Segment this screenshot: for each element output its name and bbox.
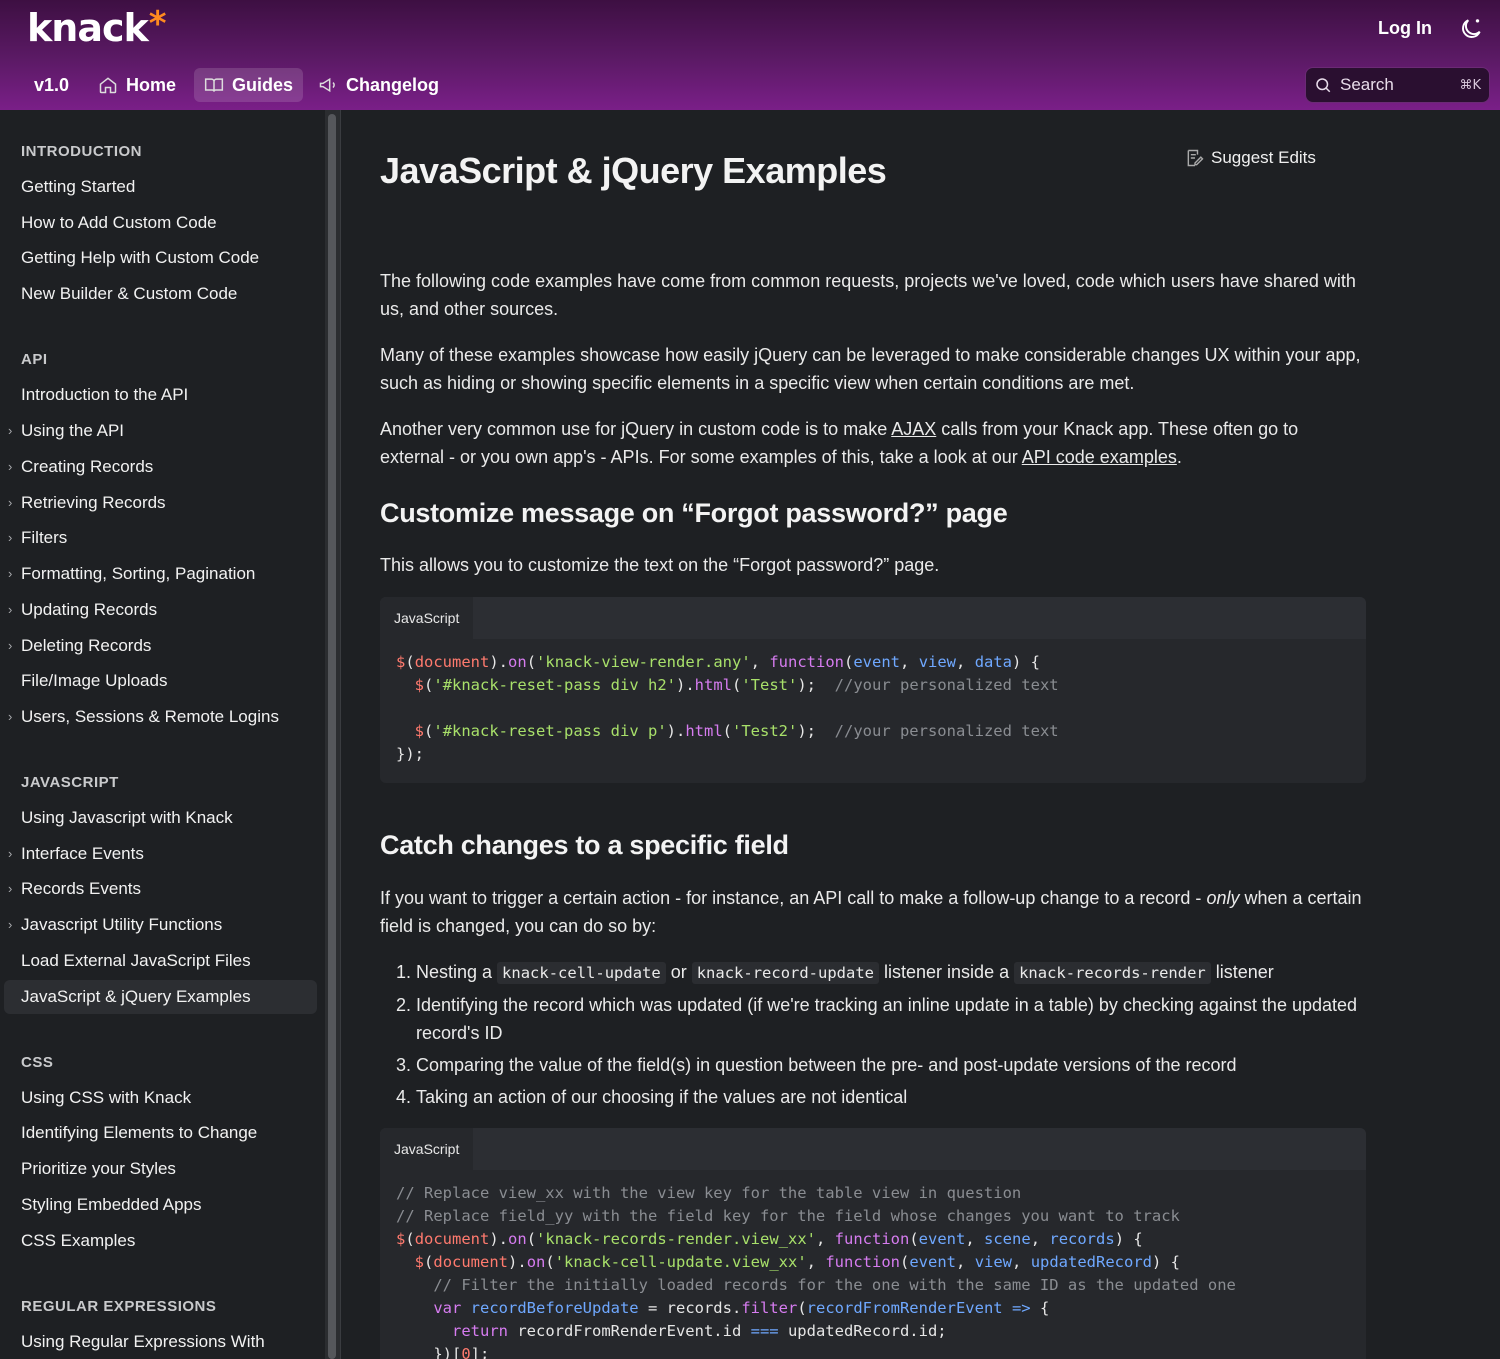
list-item: 3. Comparing the value of the field(s) in…	[396, 1055, 1237, 1075]
sidebar-item[interactable]: Load External JavaScript Files	[4, 944, 317, 978]
code-content: // Replace view_xx with the view key for…	[396, 1184, 1236, 1359]
sidebar-item[interactable]: › Filters	[4, 521, 317, 555]
book-icon	[204, 78, 224, 92]
sidebar-item[interactable]: › Records Events	[4, 872, 317, 906]
knack-logo[interactable]: knack*	[27, 4, 167, 50]
search-icon	[1316, 78, 1331, 93]
list-item: 4. Taking an action of our choosing if th…	[396, 1087, 908, 1107]
edit-icon	[1187, 149, 1204, 167]
sidebar-section-title: CSS	[21, 1054, 54, 1071]
list-item: 1. Nesting a knack-cell-update or knack-r…	[396, 962, 1274, 984]
sidebar-scrollbar[interactable]	[325, 110, 341, 1359]
chevron-right-icon: ›	[8, 917, 13, 932]
sidebar-item[interactable]: › Interface Events	[4, 837, 317, 871]
code-block: JavaScript // Replace view_xx with the v…	[380, 1128, 1366, 1359]
chevron-right-icon: ›	[8, 846, 13, 861]
search-shortcut: ⌘K	[1459, 77, 1481, 93]
chevron-right-icon: ›	[8, 638, 13, 653]
steps-list: 1. Nesting a knack-cell-update or knack-r…	[396, 958, 1366, 1115]
sidebar-item[interactable]: Using Javascript with Knack	[4, 801, 317, 835]
scrollbar-thumb[interactable]	[328, 114, 336, 1359]
chevron-right-icon: ›	[8, 566, 13, 581]
megaphone-icon	[319, 77, 335, 93]
list-item: 2. Identifying the record which was updat…	[396, 995, 1358, 1043]
code-content: $(document).on('knack-view-render.any', …	[396, 653, 1059, 763]
code-block: JavaScript $(document).on('knack-view-re…	[380, 597, 1366, 783]
sidebar-item[interactable]: Using Regular Expressions With	[4, 1325, 317, 1359]
logo-star-icon: *	[148, 4, 167, 44]
sidebar-item[interactable]: › Formatting, Sorting, Pagination	[4, 557, 317, 591]
intro-paragraph: The following code examples have come fr…	[380, 271, 1356, 319]
login-button[interactable]: Log In	[1378, 18, 1432, 39]
ajax-link[interactable]: AJAX	[891, 419, 936, 439]
sidebar-item[interactable]: › Using the API	[4, 414, 317, 448]
sidebar-item[interactable]: CSS Examples	[4, 1224, 317, 1258]
top-nav: v1.0 Home Guides Changelog	[0, 64, 1500, 108]
chevron-right-icon: ›	[8, 530, 13, 545]
sidebar-section-title: JAVASCRIPT	[21, 774, 119, 791]
intro-paragraph: Many of these examples showcase how easi…	[380, 345, 1361, 393]
sidebar-item[interactable]: › Retrieving Records	[4, 486, 317, 520]
section-heading: Catch changes to a specific field	[380, 830, 789, 860]
sidebar-item[interactable]: Styling Embedded Apps	[4, 1188, 317, 1222]
nav-home[interactable]: Home	[88, 68, 186, 102]
sidebar-item[interactable]: › Creating Records	[4, 450, 317, 484]
dark-mode-toggle-icon[interactable]	[1458, 16, 1484, 42]
sidebar-item-active[interactable]: JavaScript & jQuery Examples	[4, 980, 317, 1014]
home-icon	[99, 77, 117, 94]
sidebar-item[interactable]: › Updating Records	[4, 593, 317, 627]
sidebar-item[interactable]: › Deleting Records	[4, 629, 317, 663]
sidebar-section-title: REGULAR EXPRESSIONS	[21, 1298, 217, 1315]
section-description: If you want to trigger a certain action …	[380, 888, 1362, 936]
page-title: JavaScript & jQuery Examples	[380, 150, 887, 191]
chevron-right-icon: ›	[8, 459, 13, 474]
sidebar: INTRODUCTION Getting Started How to Add …	[0, 110, 325, 1359]
sidebar-item[interactable]: Prioritize your Styles	[4, 1152, 317, 1186]
suggest-edits-button[interactable]: Suggest Edits	[1185, 148, 1316, 168]
search-input[interactable]: Search ⌘K	[1305, 67, 1490, 103]
sidebar-item[interactable]: › Users, Sessions & Remote Logins	[4, 700, 317, 734]
top-header: knack* Log In v1.0 Home Guides Changelog…	[0, 0, 1500, 110]
sidebar-item[interactable]: How to Add Custom Code	[4, 206, 317, 240]
api-code-examples-link[interactable]: API code examples	[1022, 447, 1177, 467]
search-placeholder: Search	[1340, 75, 1394, 94]
chevron-right-icon: ›	[8, 881, 13, 896]
code-tab-bar: JavaScript	[380, 597, 1366, 639]
chevron-right-icon: ›	[8, 423, 13, 438]
sidebar-section-title: INTRODUCTION	[21, 143, 142, 160]
chevron-right-icon: ›	[8, 602, 13, 617]
nav-guides[interactable]: Guides	[194, 68, 304, 102]
sidebar-item[interactable]: Introduction to the API	[4, 378, 317, 412]
sidebar-item[interactable]: Identifying Elements to Change	[4, 1116, 317, 1150]
sidebar-item[interactable]: Getting Started	[4, 170, 317, 204]
chevron-right-icon: ›	[8, 495, 13, 510]
sidebar-item[interactable]: Getting Help with Custom Code	[4, 241, 317, 275]
nav-changelog[interactable]: Changelog	[308, 68, 449, 102]
sidebar-item[interactable]: File/Image Uploads	[4, 664, 317, 698]
version-selector[interactable]: v1.0	[24, 68, 79, 102]
code-language-tab[interactable]: JavaScript	[380, 597, 474, 639]
code-language-tab[interactable]: JavaScript	[380, 1128, 474, 1170]
section-heading: Customize message on “Forgot password?” …	[380, 498, 1008, 528]
sidebar-item[interactable]: New Builder & Custom Code	[4, 277, 317, 311]
sidebar-item[interactable]: Using CSS with Knack	[4, 1081, 317, 1115]
section-description: This allows you to customize the text on…	[380, 555, 940, 575]
intro-paragraph: Another very common use for jQuery in cu…	[380, 419, 1299, 467]
sidebar-section-title: API	[21, 351, 48, 368]
sidebar-item[interactable]: › Javascript Utility Functions	[4, 908, 317, 942]
chevron-right-icon: ›	[8, 709, 13, 724]
code-tab-bar: JavaScript	[380, 1128, 1366, 1170]
